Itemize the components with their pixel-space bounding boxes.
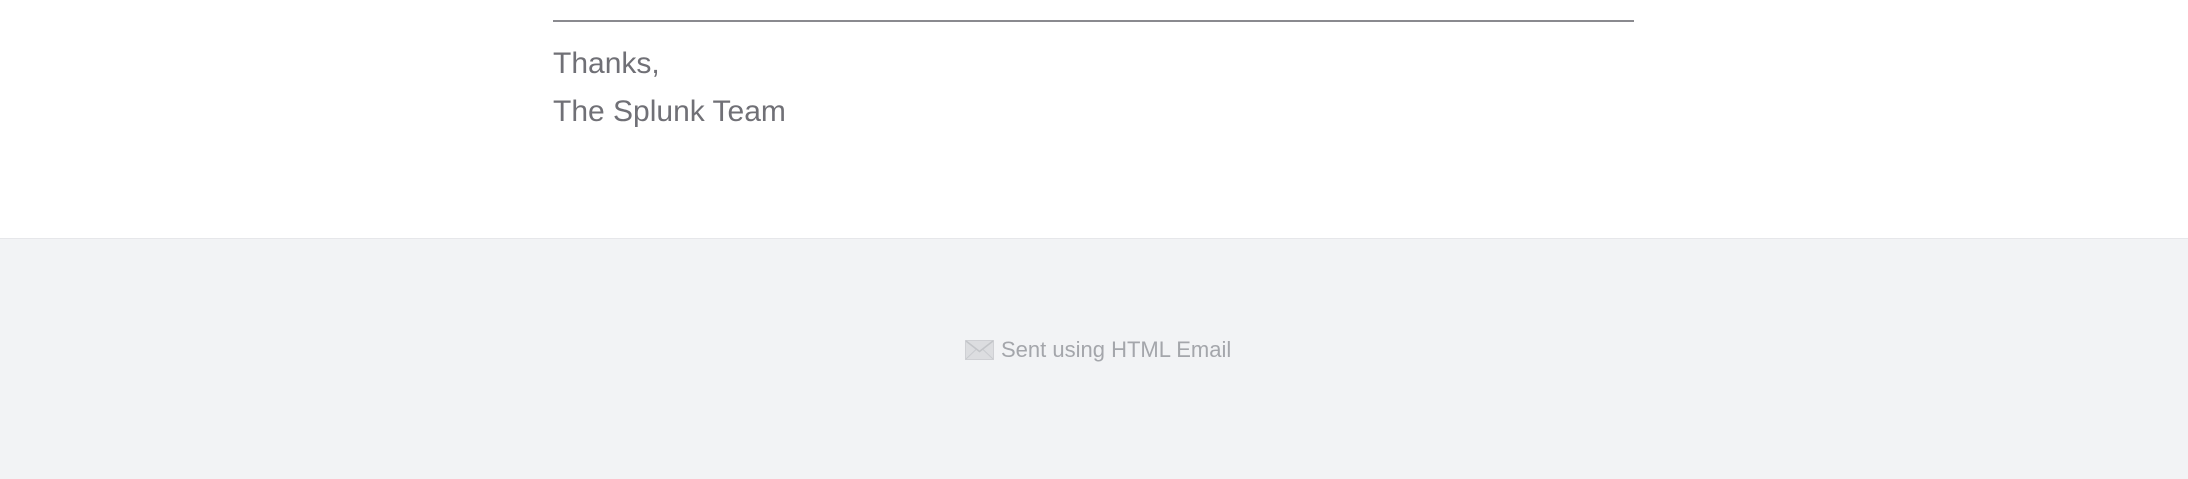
- footer-credit: Sent using HTML Email: [965, 335, 1231, 365]
- footer-text: Sent using HTML Email: [1001, 337, 1232, 362]
- signoff-team: The Splunk Team: [553, 95, 786, 128]
- signoff-thanks: Thanks,: [553, 47, 660, 80]
- divider: [553, 20, 1634, 22]
- email-body: Thanks, The Splunk Team: [0, 0, 2188, 238]
- footer: Sent using HTML Email: [0, 238, 2188, 479]
- envelope-icon: [965, 340, 994, 360]
